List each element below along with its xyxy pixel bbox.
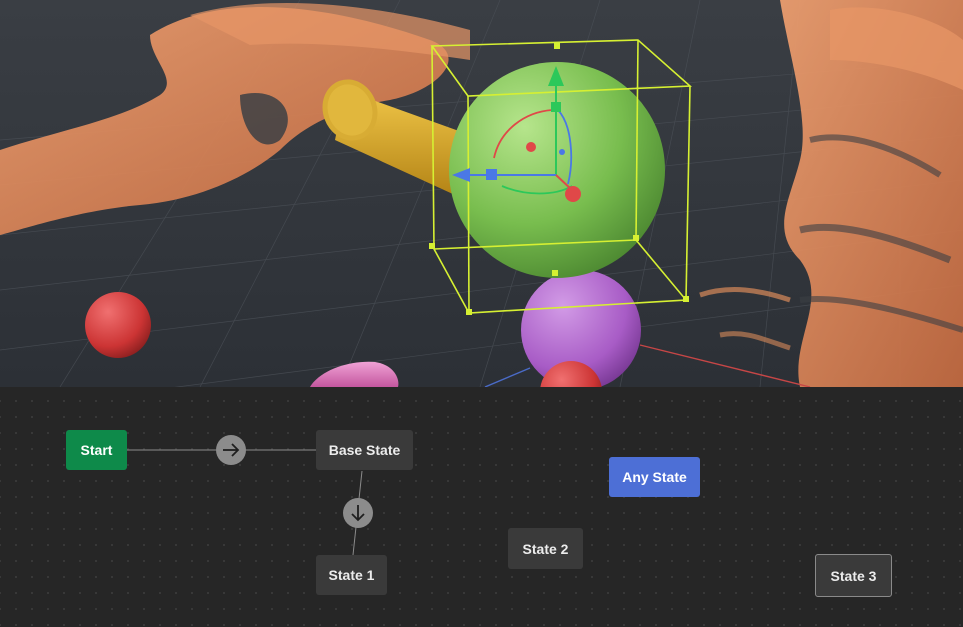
x-arrow-handle[interactable] [565, 186, 581, 202]
x-rotate-dot[interactable] [526, 142, 536, 152]
any-state-node[interactable]: Any State [609, 457, 700, 497]
arrow-down-icon[interactable] [343, 498, 373, 528]
pink-capsule[interactable] [310, 361, 399, 387]
state-2-node[interactable]: State 2 [508, 528, 583, 569]
x-axis-line [639, 344, 811, 387]
state-graph-panel[interactable]: Start Base State Any State State 2 State… [0, 387, 963, 627]
z-scale-handle[interactable] [486, 169, 497, 180]
arrow-right-icon[interactable] [216, 435, 246, 465]
z-rotate-dot[interactable] [559, 149, 565, 155]
3d-viewport[interactable] [0, 0, 963, 387]
state-3-node[interactable]: State 3 [815, 554, 892, 597]
start-node[interactable]: Start [66, 430, 127, 470]
scene-canvas[interactable] [0, 0, 963, 387]
z-axis-line [484, 367, 531, 387]
base-state-node[interactable]: Base State [316, 430, 413, 470]
y-scale-handle[interactable] [551, 102, 561, 112]
red-sphere[interactable] [85, 292, 151, 358]
state-1-node[interactable]: State 1 [316, 555, 387, 595]
